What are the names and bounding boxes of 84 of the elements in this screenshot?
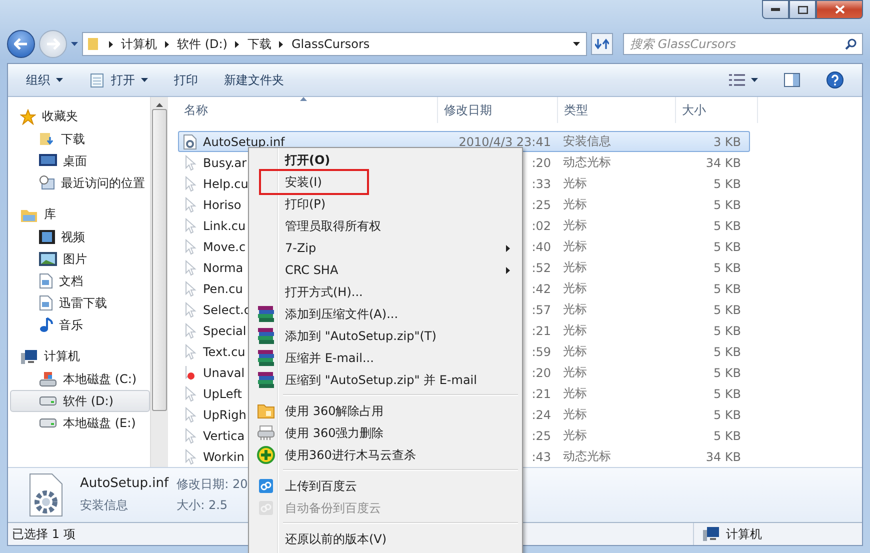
file-size: 5 KB xyxy=(713,240,741,254)
nav-group-label: 计算机 xyxy=(44,348,80,365)
nav-item-label: 文档 xyxy=(59,272,83,290)
file-type: 光标 xyxy=(563,386,587,400)
file-size: 5 KB xyxy=(713,408,741,422)
modified-date: :25 xyxy=(532,198,551,212)
nav-group-label: 库 xyxy=(44,206,56,223)
file-size: 5 KB xyxy=(713,428,741,442)
file-size: 5 KB xyxy=(713,218,741,232)
file-name: UpRigh xyxy=(203,408,246,422)
file-size: 5 KB xyxy=(713,324,741,338)
file-name: Vertica xyxy=(203,428,245,442)
file-type: 动态光标 xyxy=(563,449,611,463)
modified-date: :33 xyxy=(532,176,551,190)
nav-item-label: 本地磁盘 (C:) xyxy=(63,370,137,388)
nav-item-label: 迅雷下载 xyxy=(59,294,107,312)
file-name: Busy.ar xyxy=(203,156,247,170)
file-size: 5 KB xyxy=(713,176,741,190)
file-size: 大小: 2.5 xyxy=(176,497,229,514)
file-type: 光标 xyxy=(563,365,587,379)
file-name: Workin xyxy=(203,450,244,464)
modified-date: 修改日期: 20 xyxy=(176,476,249,493)
nav-item-label: 最近访问的位置 xyxy=(61,174,145,192)
file-size: 5 KB xyxy=(713,386,741,400)
file-type: 光标 xyxy=(563,239,587,253)
file-type: 光标 xyxy=(563,260,587,274)
modified-date: :40 xyxy=(532,240,551,254)
nav-item-label: 音乐 xyxy=(59,316,83,334)
modified-date: :20 xyxy=(532,366,551,380)
file-type: 光标 xyxy=(563,281,587,295)
file-name: Pen.cu xyxy=(203,282,243,296)
file-name: AutoSetup.inf xyxy=(203,134,285,148)
file-size: 5 KB xyxy=(713,366,741,380)
nav-group-label: 收藏夹 xyxy=(42,108,78,125)
file-name: Unaval xyxy=(203,366,245,380)
nav-item-label: 桌面 xyxy=(63,152,87,170)
file-name: Text.cu xyxy=(203,344,246,358)
file-name: Link.cu xyxy=(203,218,246,232)
file-type: 光标 xyxy=(563,323,587,337)
file-name: Horiso xyxy=(203,198,242,212)
file-size: 3 KB xyxy=(713,134,741,148)
nav-item-label: 本地磁盘 (E:) xyxy=(63,414,136,432)
file-name: Special xyxy=(203,324,246,338)
modified-date: :02 xyxy=(532,218,551,232)
file-name: Help.cu xyxy=(203,176,248,190)
file-type: 安装信息 xyxy=(563,134,611,148)
file-name: UpLeft xyxy=(203,386,242,400)
file-name: Select.c xyxy=(203,302,250,316)
nav-item-label: 图片 xyxy=(63,250,87,268)
file-size: 5 KB xyxy=(713,198,741,212)
file-type: 光标 xyxy=(563,176,587,190)
file-name: Move.c xyxy=(203,240,246,254)
file-size: 5 KB xyxy=(713,302,741,316)
modified-date: :52 xyxy=(532,260,551,274)
file-size: 5 KB xyxy=(713,344,741,358)
nav-item-label: 软件 (D:) xyxy=(63,392,114,410)
file-size: 34 KB xyxy=(706,156,741,170)
file-name: AutoSetup.inf xyxy=(80,476,169,493)
file-size: 34 KB xyxy=(706,450,741,464)
modified-date: :43 xyxy=(532,450,551,464)
modified-date: :21 xyxy=(532,386,551,400)
modified-date: :57 xyxy=(532,302,551,316)
file-type: 光标 xyxy=(563,407,587,421)
file-size: 5 KB xyxy=(713,282,741,296)
modified-date: :20 xyxy=(532,156,551,170)
file-type: 光标 xyxy=(563,218,587,232)
file-type: 动态光标 xyxy=(563,155,611,169)
modified-date: 2010/4/3 23:41 xyxy=(458,134,551,148)
file-type: 光标 xyxy=(563,197,587,211)
modified-date: :25 xyxy=(532,428,551,442)
file-type: 安装信息 xyxy=(80,497,129,514)
nav-item-label: 下载 xyxy=(61,130,85,148)
nav-item-label: 视频 xyxy=(61,228,85,246)
file-type: 光标 xyxy=(563,428,587,442)
status-text: 已选择 1 项 xyxy=(12,526,76,542)
file-type: 光标 xyxy=(563,302,587,316)
modified-date: :24 xyxy=(532,408,551,422)
location-text: 计算机 xyxy=(726,526,762,542)
file-size: 5 KB xyxy=(713,260,741,274)
file-type: 光标 xyxy=(563,344,587,358)
modified-date: :21 xyxy=(532,324,551,338)
modified-date: :42 xyxy=(532,282,551,296)
file-name: Norma xyxy=(203,260,244,274)
modified-date: :59 xyxy=(532,344,551,358)
